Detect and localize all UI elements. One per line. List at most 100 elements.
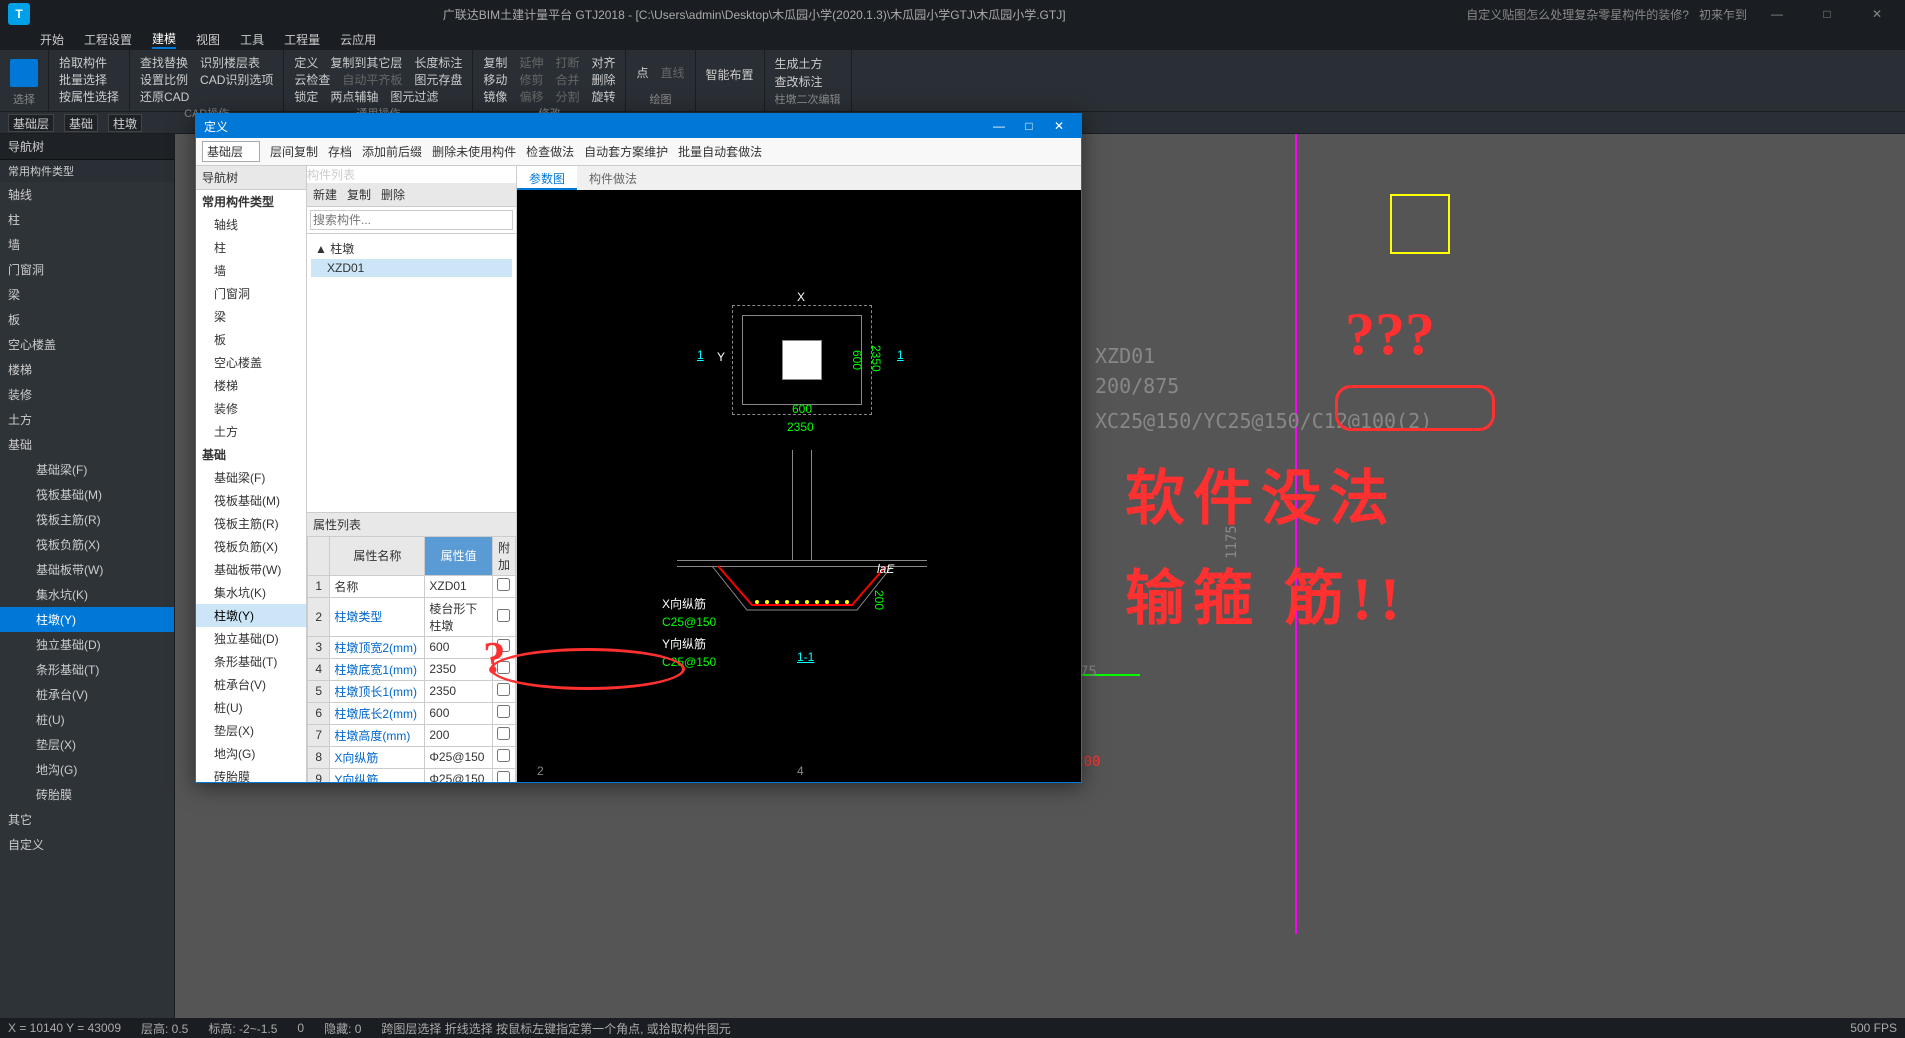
trim[interactable]: 修剪 xyxy=(519,71,543,88)
check-dim[interactable]: 查改标注 xyxy=(775,73,823,90)
identify-floor[interactable]: 识别楼层表 xyxy=(200,54,260,71)
comp-combo[interactable]: 柱墩 xyxy=(108,114,142,132)
user-label[interactable]: 初来乍到 xyxy=(1699,6,1747,23)
menu-cloud[interactable]: 云应用 xyxy=(340,31,376,48)
dlg-comp-tree[interactable]: ▲ 柱墩 XZD01 xyxy=(307,234,516,512)
split[interactable]: 分割 xyxy=(555,88,579,105)
nav-sub-9[interactable]: 桩承台(V) xyxy=(0,682,174,707)
dlg-drawing[interactable]: X Y 600 2350 600 2350 1 1 xyxy=(517,190,1081,782)
close-button[interactable]: ✕ xyxy=(1857,7,1897,21)
delete[interactable]: 删除 xyxy=(591,71,615,88)
prop-row[interactable]: 9Y向纵筋Φ25@150 xyxy=(308,768,516,782)
nav-top[interactable]: 常用构件类型 xyxy=(0,160,174,182)
cloud-check[interactable]: 云检查 xyxy=(294,71,330,88)
menu-project[interactable]: 工程设置 xyxy=(84,31,132,48)
prop-check[interactable] xyxy=(497,639,510,652)
dlg-sub-8[interactable]: 条形基础(T) xyxy=(196,650,306,673)
nav-sub-3[interactable]: 筏板负筋(X) xyxy=(0,532,174,557)
menu-tools[interactable]: 工具 xyxy=(240,31,264,48)
nav-sub-5[interactable]: 集水坑(K) xyxy=(0,582,174,607)
dlg-search-input[interactable] xyxy=(310,210,513,230)
dlg-layer-combo[interactable]: 基础层 xyxy=(202,141,260,162)
dlg-sub-1[interactable]: 筏板基础(M) xyxy=(196,489,306,512)
dlg-nav-6[interactable]: 空心楼盖 xyxy=(196,351,306,374)
dlg-nav-tree[interactable]: 常用构件类型 轴线 柱 墙 门窗洞 梁 板 空心楼盖 楼梯 装修 土方 基础 基… xyxy=(196,190,306,782)
dlg-copy-floor[interactable]: 层间复制 xyxy=(270,143,318,160)
dlg-nav-top[interactable]: 常用构件类型 xyxy=(196,190,306,213)
minimize-button[interactable]: — xyxy=(1757,7,1797,21)
nav-sub-13[interactable]: 砖胎膜 xyxy=(0,782,174,807)
dlg-comp-item[interactable]: XZD01 xyxy=(311,259,512,277)
nav-axis[interactable]: 轴线 xyxy=(0,182,174,207)
dlg-nav-4[interactable]: 梁 xyxy=(196,305,306,328)
dlg-sub-3[interactable]: 筏板负筋(X) xyxy=(196,535,306,558)
nav-sub-12[interactable]: 地沟(G) xyxy=(0,757,174,782)
nav-sub-1[interactable]: 筏板基础(M) xyxy=(0,482,174,507)
copy[interactable]: 复制 xyxy=(483,54,507,71)
nav-wall[interactable]: 墙 xyxy=(0,232,174,257)
copy-floor[interactable]: 复制到其它层 xyxy=(330,54,402,71)
lock[interactable]: 锁定 xyxy=(294,88,318,105)
menu-quantity[interactable]: 工程量 xyxy=(284,31,320,48)
dlg-nav-3[interactable]: 门窗洞 xyxy=(196,282,306,305)
nav-sub-6[interactable]: 柱墩(Y) xyxy=(0,607,174,632)
nav-earth[interactable]: 土方 xyxy=(0,407,174,432)
nav-hollow[interactable]: 空心楼盖 xyxy=(0,332,174,357)
elem-filter[interactable]: 图元过滤 xyxy=(390,88,438,105)
extend[interactable]: 延伸 xyxy=(519,54,543,71)
break[interactable]: 打断 xyxy=(555,54,579,71)
dlg-prefix[interactable]: 添加前后缀 xyxy=(362,143,422,160)
prop-check[interactable] xyxy=(497,727,510,740)
nav-sub-4[interactable]: 基础板带(W) xyxy=(0,557,174,582)
nav-other[interactable]: 其它 xyxy=(0,807,174,832)
prop-check[interactable] xyxy=(497,749,510,762)
nav-door[interactable]: 门窗洞 xyxy=(0,257,174,282)
dlg-auto-maintain[interactable]: 自动套方案维护 xyxy=(584,143,668,160)
dlg-nav-5[interactable]: 板 xyxy=(196,328,306,351)
prop-row[interactable]: 2柱墩类型棱台形下柱墩 xyxy=(308,597,516,636)
prop-row[interactable]: 4柱墩底宽1(mm)2350 xyxy=(308,658,516,680)
prop-check[interactable] xyxy=(497,683,510,696)
dlg-sub-0[interactable]: 基础梁(F) xyxy=(196,466,306,489)
layer-combo[interactable]: 基础层 xyxy=(8,114,54,132)
prop-row[interactable]: 6柱墩底长2(mm)600 xyxy=(308,702,516,724)
dlg-del-unused[interactable]: 删除未使用构件 xyxy=(432,143,516,160)
dialog-maximize[interactable]: □ xyxy=(1015,119,1043,133)
select-button[interactable] xyxy=(10,59,38,87)
define[interactable]: 定义 xyxy=(294,54,318,71)
prop-row[interactable]: 7柱墩高度(mm)200 xyxy=(308,724,516,746)
menu-view[interactable]: 视图 xyxy=(196,31,220,48)
pick-comp[interactable]: 拾取构件 xyxy=(59,54,107,71)
maximize-button[interactable]: □ xyxy=(1807,7,1847,21)
dlg-sub-2[interactable]: 筏板主筋(R) xyxy=(196,512,306,535)
nav-sub-0[interactable]: 基础梁(F) xyxy=(0,457,174,482)
prop-row[interactable]: 3柱墩顶宽2(mm)600 xyxy=(308,636,516,658)
nav-sub-11[interactable]: 垫层(X) xyxy=(0,732,174,757)
offset[interactable]: 偏移 xyxy=(519,88,543,105)
restore-cad[interactable]: 还原CAD xyxy=(140,88,189,105)
dlg-nav-8[interactable]: 装修 xyxy=(196,397,306,420)
menu-model[interactable]: 建模 xyxy=(152,30,176,49)
prop-check[interactable] xyxy=(497,578,510,591)
tab-param[interactable]: 参数图 xyxy=(517,166,577,190)
search-hint[interactable]: 自定义贴图怎么处理复杂零星构件的装修? xyxy=(1466,6,1689,23)
dlg-nav-2[interactable]: 墙 xyxy=(196,259,306,282)
nav-sub-10[interactable]: 桩(U) xyxy=(0,707,174,732)
two-point-axis[interactable]: 两点辅轴 xyxy=(330,88,378,105)
auto-level[interactable]: 自动平齐板 xyxy=(342,71,402,88)
dlg-comp-root[interactable]: ▲ 柱墩 xyxy=(311,238,512,259)
rotate[interactable]: 旋转 xyxy=(591,88,615,105)
elem-save[interactable]: 图元存盘 xyxy=(414,71,462,88)
dlg-sub-12[interactable]: 地沟(G) xyxy=(196,742,306,765)
prop-row[interactable]: 5柱墩顶长1(mm)2350 xyxy=(308,680,516,702)
dlg-sub-13[interactable]: 砖胎膜 xyxy=(196,765,306,782)
nav-stair[interactable]: 楼梯 xyxy=(0,357,174,382)
dlg-check[interactable]: 检查做法 xyxy=(526,143,574,160)
dlg-nav-10[interactable]: 基础 xyxy=(196,443,306,466)
dlg-prop-table[interactable]: 属性名称 属性值 附加 1名称XZD012柱墩类型棱台形下柱墩3柱墩顶宽2(mm… xyxy=(307,536,516,783)
gen-earthwork[interactable]: 生成土方 xyxy=(775,55,823,72)
dlg-nav-7[interactable]: 楼梯 xyxy=(196,374,306,397)
nav-sub-2[interactable]: 筏板主筋(R) xyxy=(0,507,174,532)
dlg-delete-button[interactable]: 删除 xyxy=(381,186,405,203)
dialog-close[interactable]: ✕ xyxy=(1045,119,1073,133)
